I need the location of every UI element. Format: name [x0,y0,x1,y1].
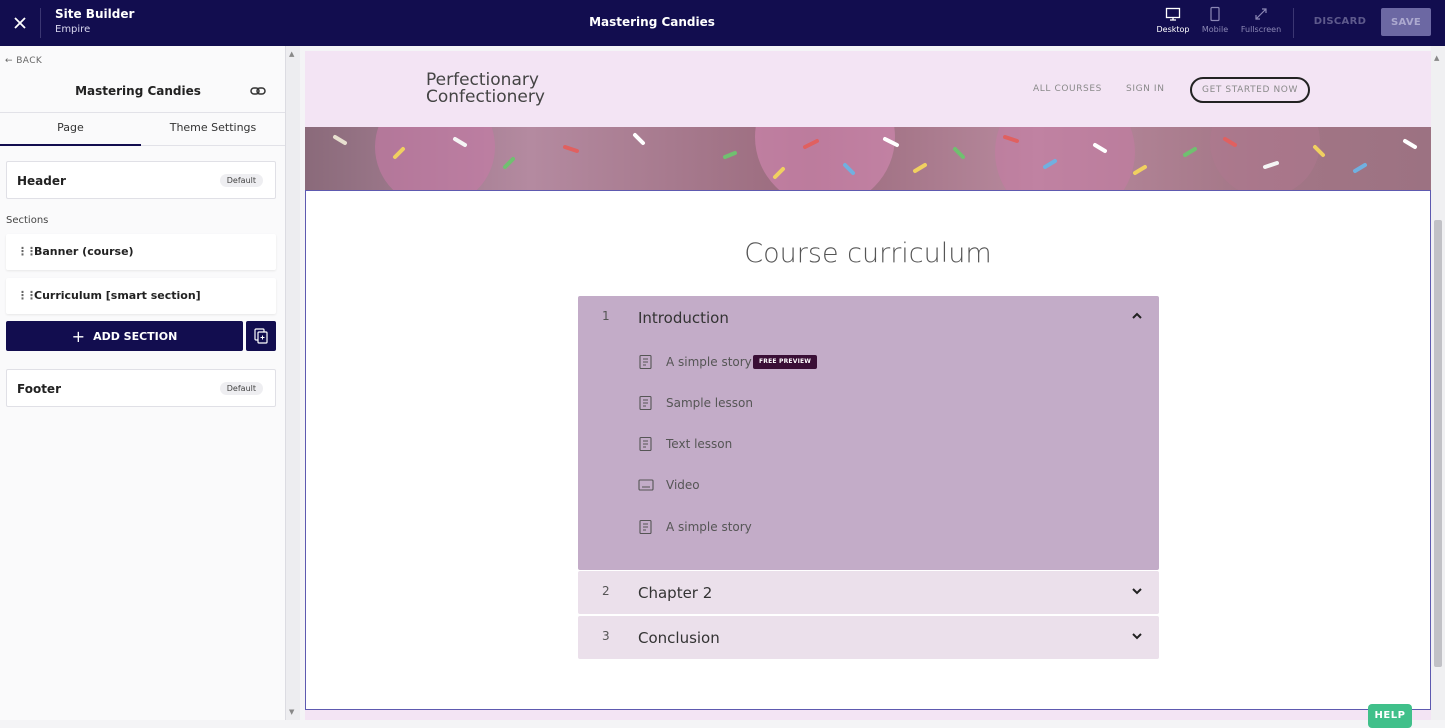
scroll-up-icon[interactable]: ▲ [289,50,294,58]
chevron-down-icon[interactable] [1131,630,1143,642]
nav-sign-in[interactable]: SIGN IN [1126,84,1165,94]
get-started-button[interactable]: GET STARTED NOW [1190,77,1310,103]
curriculum-title: Course curriculum [744,238,992,269]
banner-image [305,127,1431,190]
view-mobile-label: Mobile [1201,25,1229,34]
text-lesson-icon [639,436,652,452]
back-label: BACK [16,56,43,66]
divider [1293,8,1294,38]
app-subtitle: Empire [55,24,91,35]
add-section-label: ADD SECTION [93,329,178,343]
section-label: Curriculum [smart section] [34,289,201,302]
chapter-title: Conclusion [638,629,720,647]
sidebar: ← BACK Mastering Candies Page Theme Sett… [0,46,286,720]
sidebar-tabs: Page Theme Settings [0,112,285,146]
tab-page[interactable]: Page [0,113,141,146]
site-page: Perfectionary Confectionery ALL COURSES … [305,51,1431,720]
lesson-title: Sample lesson [666,396,753,410]
mobile-icon [1210,6,1220,22]
discard-button[interactable]: DISCARD [1310,16,1370,27]
plus-icon: + [71,326,86,346]
nav-all-courses[interactable]: ALL COURSES [1033,84,1102,94]
drag-handle-icon[interactable]: ⋮⋮ [17,289,37,302]
chapter-title: Introduction [638,309,729,327]
link-icon[interactable] [250,84,266,98]
drag-handle-icon[interactable]: ⋮⋮ [17,245,37,258]
site-preview: Perfectionary Confectionery ALL COURSES … [300,46,1445,720]
section-label: Banner (course) [34,245,134,258]
chapter-introduction[interactable]: 1 Introduction A simple story FREE PREVI… [578,296,1159,570]
text-lesson-icon [639,354,652,370]
chapter-2[interactable]: 2 Chapter 2 [578,571,1159,614]
section-item-curriculum[interactable]: ⋮⋮ Curriculum [smart section] [6,278,276,314]
video-lesson-icon [638,479,654,491]
sections-label: Sections [6,215,49,226]
chapter-title: Chapter 2 [638,584,713,602]
scroll-down-icon[interactable]: ▼ [289,708,294,716]
save-button[interactable]: SAVE [1381,8,1431,36]
help-button[interactable]: HELP [1368,704,1412,728]
view-mobile-button[interactable]: Mobile [1190,6,1240,34]
preview-scrollbar[interactable]: ▲ [1431,46,1445,720]
text-lesson-icon [639,519,652,535]
lesson-title: A simple story [666,520,752,534]
chapter-conclusion[interactable]: 3 Conclusion [578,616,1159,659]
add-section-button[interactable]: + ADD SECTION [6,321,243,351]
chevron-up-icon[interactable] [1131,310,1143,322]
chapter-number: 3 [602,629,610,643]
lesson-item[interactable]: Sample lesson [638,393,1118,415]
view-desktop-label: Desktop [1156,25,1190,34]
lesson-title: A simple story [666,355,752,369]
app-title: Site Builder [55,7,135,21]
tab-theme-settings[interactable]: Theme Settings [141,113,285,146]
lesson-title: Video [666,478,700,492]
scroll-up-icon[interactable]: ▲ [1434,54,1439,62]
copy-icon [254,328,268,344]
lesson-item[interactable]: A simple story FREE PREVIEW [638,352,1118,374]
chapter-number: 2 [602,584,610,598]
text-lesson-icon [639,395,652,411]
lesson-item[interactable]: Text lesson [638,434,1118,456]
header-label: Header [17,174,66,188]
sidebar-title: Mastering Candies [75,84,201,98]
fullscreen-icon [1255,8,1267,20]
sidebar-scrollbar[interactable]: ▲ ▼ [286,46,300,720]
scrollbar-thumb[interactable] [1434,220,1442,667]
footer-card[interactable]: Footer Default [6,369,276,407]
footer-label: Footer [17,382,61,396]
copy-section-button[interactable] [246,321,276,351]
header-default-badge: Default [219,174,263,187]
chevron-down-icon[interactable] [1131,585,1143,597]
chapter-number: 1 [602,309,610,323]
site-logo[interactable]: Perfectionary Confectionery [426,72,545,106]
top-bar: Site Builder Empire Mastering Candies De… [0,0,1445,46]
divider [40,8,41,38]
arrow-left-icon: ← [5,56,13,66]
view-fullscreen-label: Fullscreen [1240,25,1282,34]
close-button[interactable] [0,0,40,46]
section-item-banner[interactable]: ⋮⋮ Banner (course) [6,234,276,270]
logo-line-2: Confectionery [426,87,545,107]
lesson-item[interactable]: A simple story [638,517,1118,539]
footer-default-badge: Default [219,382,263,395]
header-card[interactable]: Header Default [6,161,276,199]
desktop-icon [1165,7,1181,21]
page-name: Mastering Candies [589,15,715,29]
back-link[interactable]: ← BACK [5,56,42,66]
free-preview-badge: FREE PREVIEW [753,355,818,369]
lesson-item[interactable]: Video [638,475,1118,497]
sprinkles-decoration [333,127,1417,190]
close-icon [14,17,26,29]
lesson-title: Text lesson [666,437,733,451]
view-fullscreen-button[interactable]: Fullscreen [1236,6,1286,34]
curriculum-section[interactable]: Course curriculum 1 Introduction A simpl… [305,190,1431,710]
